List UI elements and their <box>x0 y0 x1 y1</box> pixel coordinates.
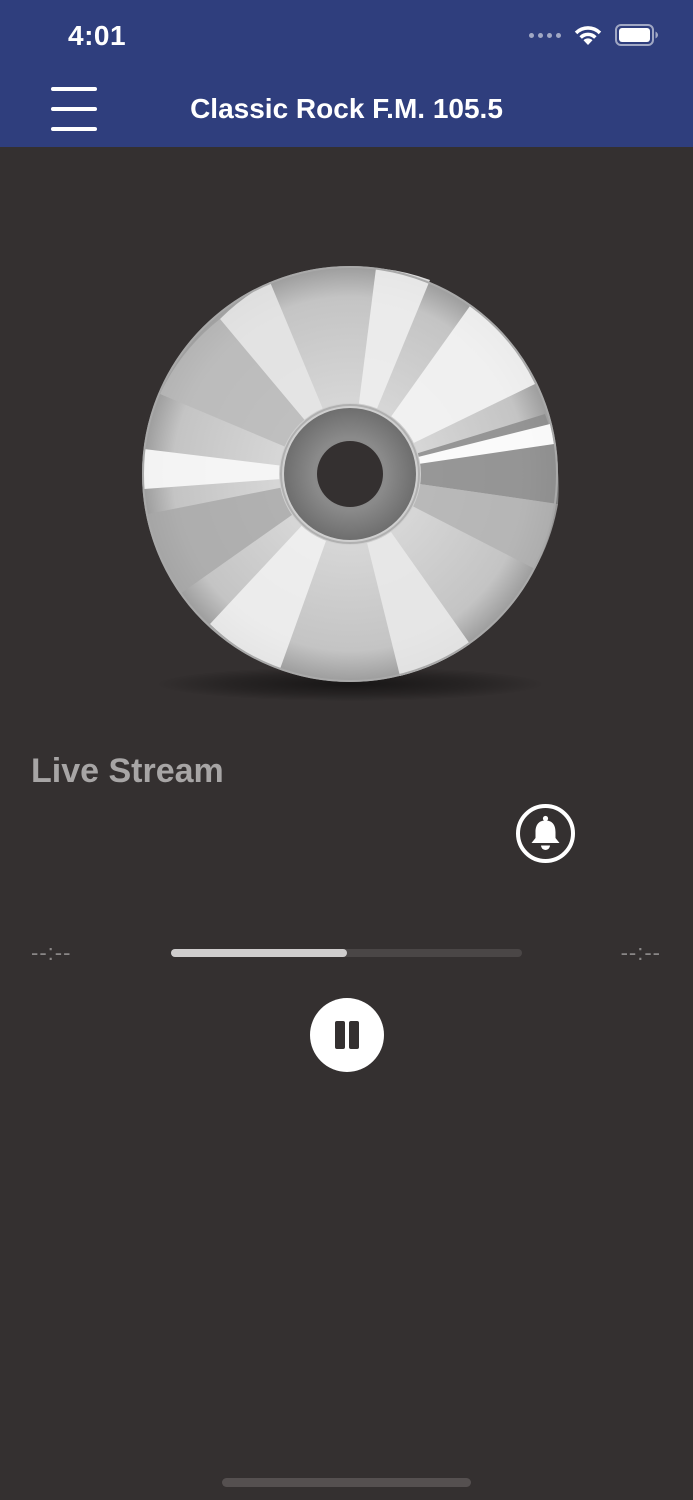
wifi-icon <box>574 26 602 45</box>
pause-button[interactable] <box>310 998 384 1072</box>
cellular-signal-icon <box>529 32 561 38</box>
home-indicator[interactable] <box>222 1478 471 1487</box>
progress-slider[interactable] <box>171 949 522 957</box>
compact-disc-icon <box>142 266 559 682</box>
stream-title: Live Stream <box>31 752 224 790</box>
status-time: 4:01 <box>68 20 127 51</box>
status-icons <box>529 24 659 46</box>
bell-icon <box>516 804 575 863</box>
alarm-button[interactable] <box>515 803 576 864</box>
top-bar: 4:01 Classic Rock F.M. 105.5 <box>0 0 693 147</box>
page-title: Classic Rock F.M. 105.5 <box>190 93 503 124</box>
remaining-time: --:-- <box>620 940 661 965</box>
progress-fill <box>171 949 347 957</box>
player-screen: 4:01 Classic Rock F.M. 105.5 Live Stream… <box>0 0 693 1500</box>
battery-icon <box>615 24 658 46</box>
elapsed-time: --:-- <box>31 940 72 965</box>
album-artwork <box>140 264 560 709</box>
